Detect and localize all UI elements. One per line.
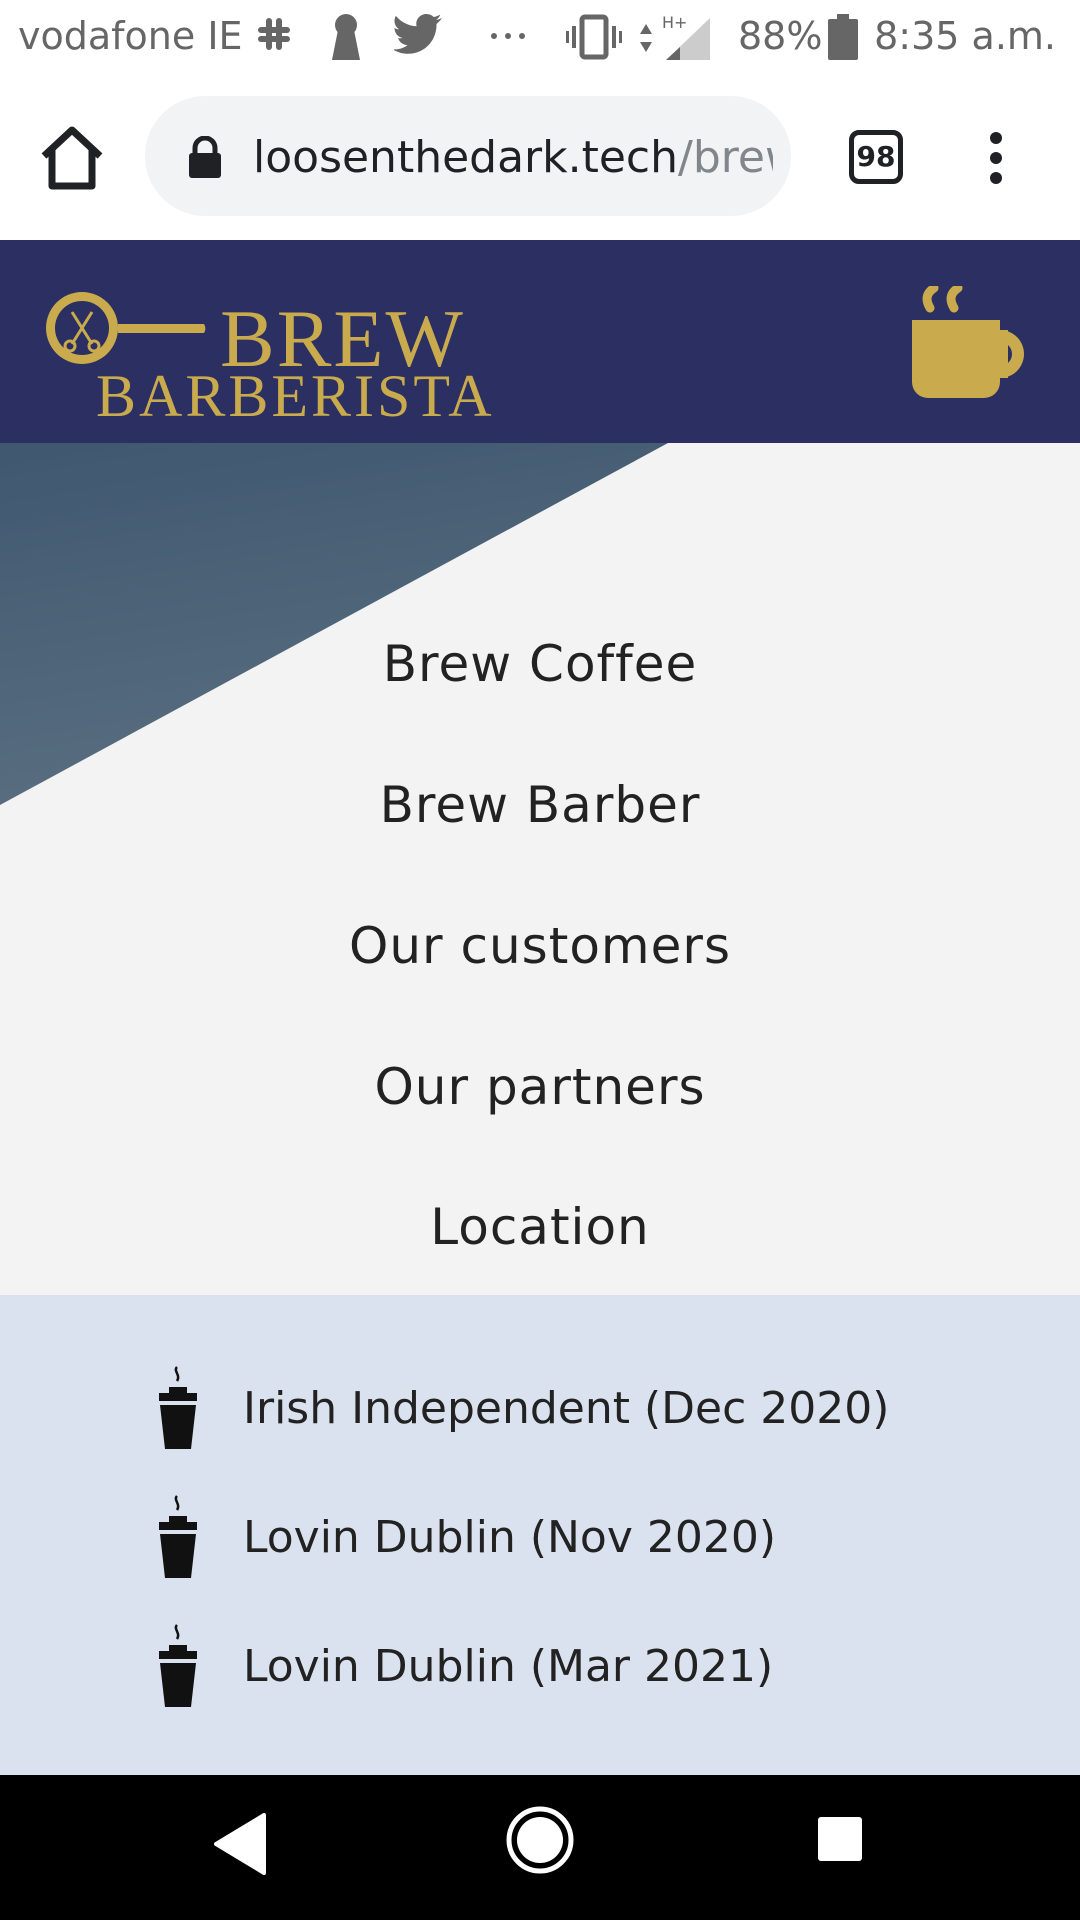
network-type-label: H+ bbox=[662, 13, 687, 32]
url-host: loosenthedark.tech bbox=[253, 132, 679, 183]
home-icon[interactable] bbox=[36, 122, 108, 194]
nav-item-location[interactable]: Location bbox=[0, 1198, 1080, 1256]
recents-icon[interactable] bbox=[816, 1815, 864, 1863]
tabs-icon[interactable]: 98 bbox=[849, 130, 903, 184]
battery-percent: 88% bbox=[738, 14, 823, 58]
press-item-label[interactable]: Lovin Dublin (Mar 2021) bbox=[243, 1641, 773, 1692]
site-header: BREW BARBERISTA bbox=[0, 240, 1080, 443]
press-item-label[interactable]: Lovin Dublin (Nov 2020) bbox=[243, 1512, 776, 1563]
takeaway-coffee-icon bbox=[159, 1366, 197, 1449]
address-bar[interactable]: loosenthedark.tech/brew bbox=[145, 96, 791, 216]
carrier-name: vodafone IE bbox=[18, 14, 243, 58]
battery-icon bbox=[828, 14, 858, 60]
twitter-icon bbox=[394, 14, 442, 54]
nav-item-our-partners[interactable]: Our partners bbox=[0, 1058, 1080, 1116]
signal-icon: H+ bbox=[640, 13, 710, 60]
logo-text-barberista: BARBERISTA bbox=[96, 363, 495, 429]
brew-barberista-logo[interactable]: BREW BARBERISTA bbox=[44, 264, 492, 426]
browser-toolbar: loosenthedark.tech/brew 98 bbox=[0, 80, 1080, 240]
lock-icon bbox=[189, 136, 221, 178]
press-item-label[interactable]: Irish Independent (Dec 2020) bbox=[243, 1383, 889, 1434]
back-icon[interactable] bbox=[212, 1811, 268, 1877]
url-path: /brew bbox=[678, 132, 773, 183]
slack-icon bbox=[258, 18, 290, 50]
status-bar: vodafone IE H+ 88% 8:35 a.m. bbox=[0, 0, 1080, 80]
takeaway-coffee-icon bbox=[159, 1624, 197, 1707]
clock: 8:35 a.m. bbox=[874, 14, 1056, 58]
nav-item-brew-coffee[interactable]: Brew Coffee bbox=[0, 635, 1080, 693]
keyhole-icon bbox=[332, 14, 360, 60]
nav-menu-panel: Brew Coffee Brew Barber Our customers Ou… bbox=[0, 443, 1080, 1295]
nav-item-our-customers[interactable]: Our customers bbox=[0, 917, 1080, 975]
home-circle-icon[interactable] bbox=[505, 1805, 575, 1875]
more-notifications-icon bbox=[491, 33, 525, 39]
url-text: loosenthedark.tech/brew bbox=[253, 132, 773, 183]
takeaway-coffee-icon bbox=[159, 1495, 197, 1578]
coffee-cup-icon[interactable] bbox=[908, 286, 1034, 404]
system-nav-bar bbox=[0, 1775, 1080, 1920]
overflow-menu-icon[interactable] bbox=[976, 126, 1016, 190]
nav-item-brew-barber[interactable]: Brew Barber bbox=[0, 776, 1080, 834]
hero-image-corner bbox=[0, 443, 668, 805]
vibrate-icon bbox=[566, 14, 622, 60]
press-section: Irish Independent (Dec 2020) Lovin Dubli… bbox=[0, 1295, 1080, 1775]
